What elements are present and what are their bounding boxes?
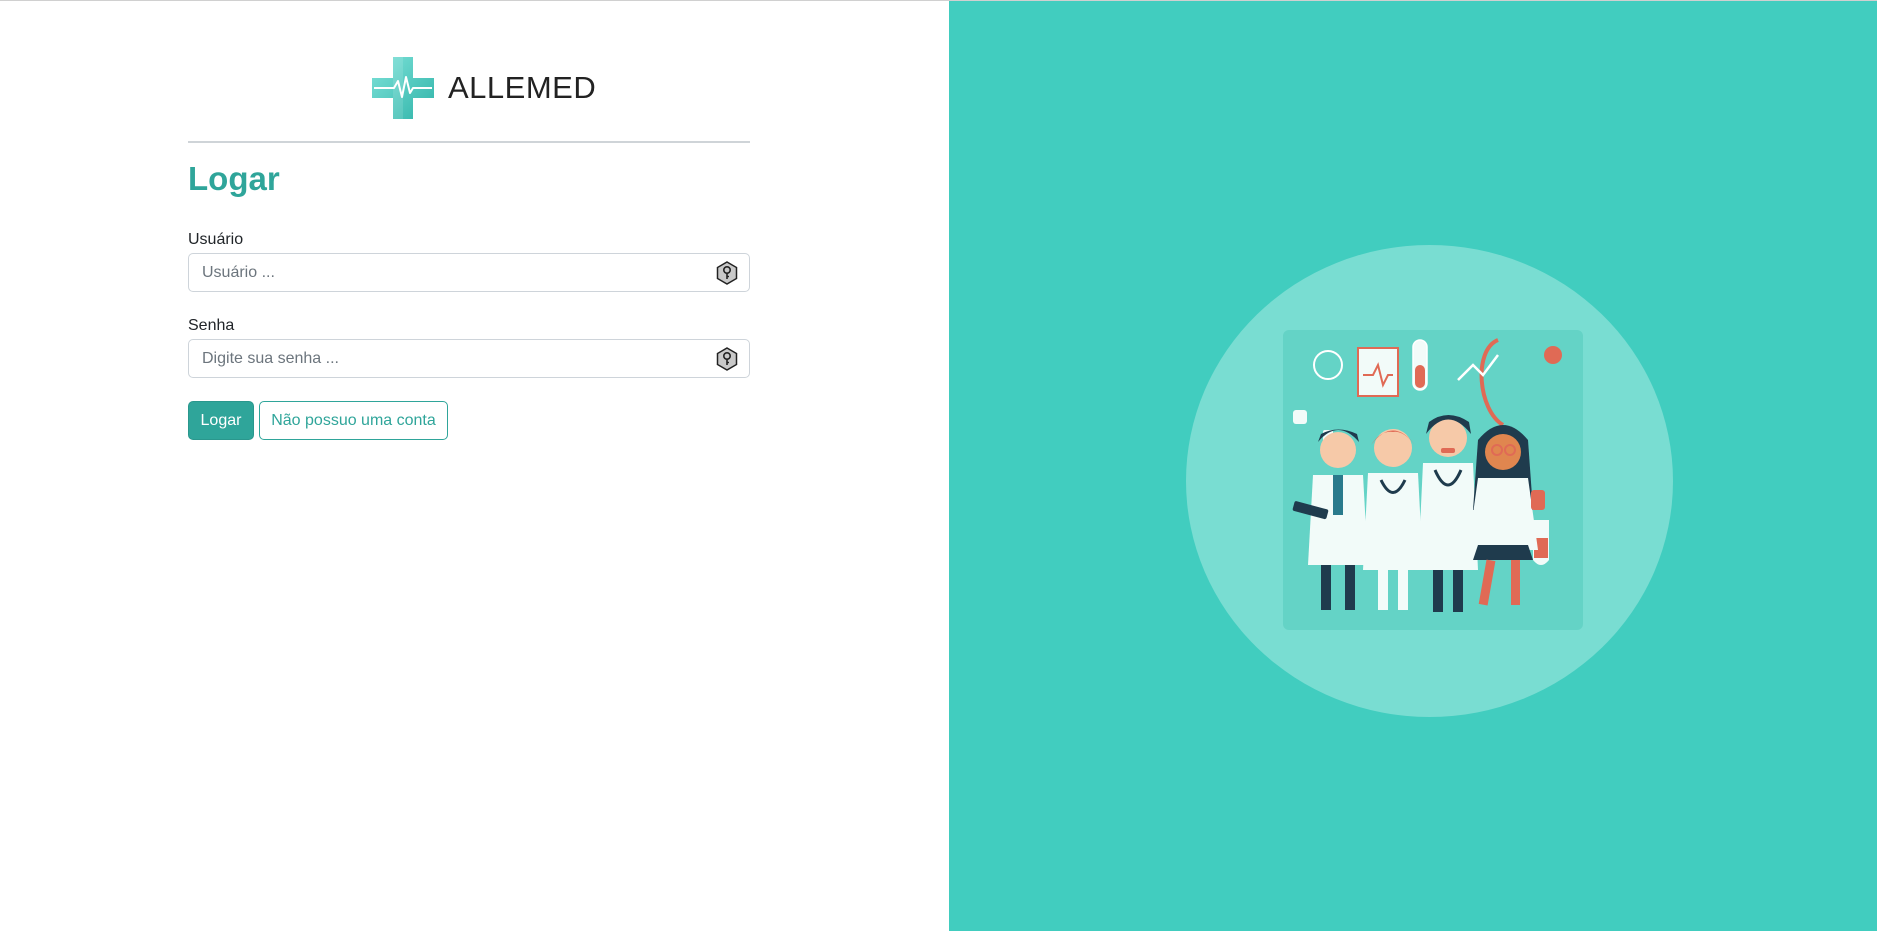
username-field-wrapper <box>188 253 750 292</box>
login-button[interactable]: Logar <box>188 401 254 440</box>
key-hexagon-icon <box>716 347 738 371</box>
username-input[interactable] <box>189 254 749 291</box>
no-account-button[interactable]: Não possuo uma conta <box>259 401 448 440</box>
page-title: Logar <box>188 160 280 197</box>
header-divider <box>188 141 750 143</box>
brand-name: ALLEMED <box>448 70 597 105</box>
password-label: Senha <box>188 317 235 334</box>
username-label: Usuário <box>188 231 244 248</box>
brand: ALLEMED <box>372 57 596 119</box>
doctors-team-illustration <box>1283 330 1583 630</box>
password-input[interactable] <box>189 340 749 377</box>
password-field-wrapper <box>188 339 750 378</box>
key-hexagon-icon <box>716 261 738 285</box>
medical-cross-heartbeat-icon <box>372 57 434 119</box>
